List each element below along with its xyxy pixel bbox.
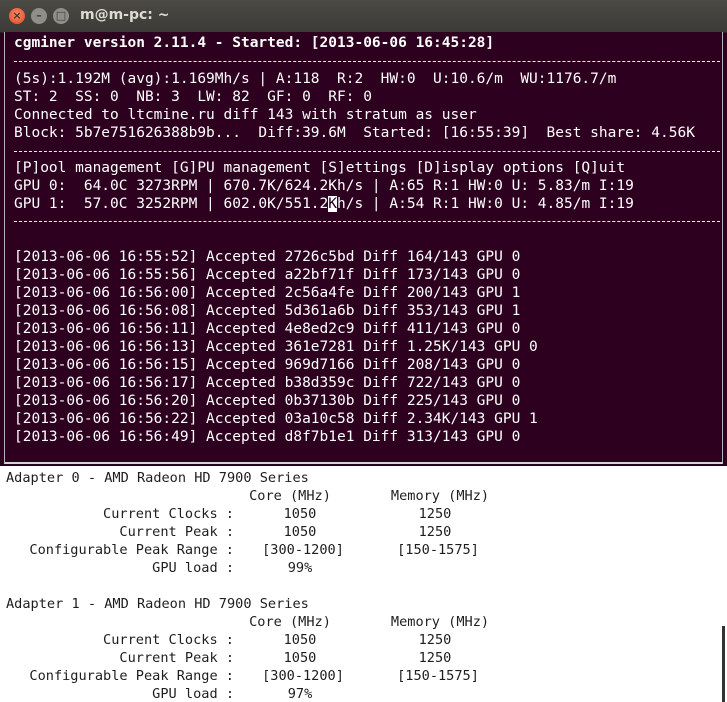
log-entry: [2013-06-06 16:56:49] Accepted d8f7b1e1 …: [14, 429, 521, 445]
gpu-load-value: 99%: [287, 560, 313, 576]
minimize-icon[interactable]: –: [31, 8, 47, 24]
peak-core-clock: 1050: [283, 524, 317, 540]
window-title: m@m-pc: ~: [80, 7, 170, 23]
log-entry: [2013-06-06 16:56:22] Accepted 03a10c58 …: [14, 411, 538, 427]
cgminer-pane: cgminer version 2.11.4 - Started: [2013-…: [4, 32, 723, 464]
command-menu[interactable]: [P]ool management [G]PU management [S]et…: [14, 159, 625, 177]
gpu-load-label: GPU load :: [152, 560, 234, 576]
gpu-1-status-text: GPU 1: 57.0C 3252RPM | 602.0K/551.2: [14, 196, 329, 212]
title-bar[interactable]: × – □ m@m-pc: ~: [0, 0, 727, 33]
memory-header: Memory (MHz): [390, 614, 490, 630]
current-core-clock: 1050: [283, 506, 317, 522]
core-header: Core (MHz): [249, 614, 331, 630]
divider: [14, 221, 720, 222]
gpu-1-status-text: h/s | A:54 R:1 HW:0 U: 4.85/m I:19: [337, 196, 634, 212]
log-entry: [2013-06-06 16:56:13] Accepted 361e7281 …: [14, 339, 538, 355]
text-cursor: K: [328, 196, 338, 212]
adapter-title: Adapter 0 - AMD Radeon HD 7900 Series: [6, 470, 309, 486]
current-peak-label: Current Peak :: [119, 524, 234, 540]
memory-peak-range: [150-1575]: [397, 542, 479, 558]
log-entry: [2013-06-06 16:56:17] Accepted b38d359c …: [14, 375, 521, 391]
peak-core-clock: 1050: [283, 650, 317, 666]
core-peak-range: [300-1200]: [262, 668, 344, 684]
current-clocks-label: Current Clocks :: [103, 632, 234, 648]
divider: [14, 61, 720, 62]
memory-header: Memory (MHz): [390, 488, 490, 504]
core-peak-range: [300-1200]: [262, 542, 344, 558]
gpu-load-value: 97%: [287, 686, 313, 702]
divider: [14, 151, 720, 152]
adapter-title: Adapter 1 - AMD Radeon HD 7900 Series: [6, 596, 309, 612]
block-info: Block: 5b7e751626388b9b... Diff:39.6M St…: [14, 125, 695, 141]
terminal-window: × – □ m@m-pc: ~ cgminer version 2.11.4 -…: [0, 0, 727, 702]
peak-memory-clock: 1250: [418, 524, 452, 540]
maximize-icon[interactable]: □: [53, 8, 69, 24]
current-core-clock: 1050: [283, 632, 317, 648]
gpu-load-label: GPU load :: [152, 686, 234, 702]
aticonfig-output: Adapter 0 - AMD Radeon HD 7900 Series Cor…: [0, 466, 727, 702]
cgminer-header: cgminer version 2.11.4 - Started: [2013-…: [14, 35, 495, 51]
peak-memory-clock: 1250: [418, 650, 452, 666]
gpu-1-status: GPU 1: 57.0C 3252RPM | 602.0K/551.2Kh/s …: [14, 195, 634, 213]
log-entry: [2013-06-06 16:56:15] Accepted 969d7166 …: [14, 357, 521, 373]
current-clocks-label: Current Clocks :: [103, 506, 234, 522]
log-entry: [2013-06-06 16:55:56] Accepted a22bf71f …: [14, 267, 521, 283]
scrollbar[interactable]: [722, 626, 725, 702]
current-peak-label: Current Peak :: [119, 650, 234, 666]
core-header: Core (MHz): [249, 488, 331, 504]
current-memory-clock: 1250: [418, 632, 452, 648]
log-entry: [2013-06-06 16:56:11] Accepted 4e8ed2c9 …: [14, 321, 521, 337]
pool-connection: Connected to ltcmine.ru diff 143 with st…: [14, 107, 477, 123]
log-entry: [2013-06-06 16:56:08] Accepted 5d361a6b …: [14, 303, 521, 319]
gpu-0-status: GPU 0: 64.0C 3273RPM | 670.7K/624.2Kh/s …: [14, 178, 634, 194]
log-entry: [2013-06-06 16:56:00] Accepted 2c56a4fe …: [14, 285, 521, 301]
current-memory-clock: 1250: [418, 506, 452, 522]
close-icon[interactable]: ×: [9, 8, 25, 24]
peak-range-label: Configurable Peak Range :: [29, 668, 234, 684]
log-entry: [2013-06-06 16:55:52] Accepted 2726c5bd …: [14, 249, 521, 265]
peak-range-label: Configurable Peak Range :: [29, 542, 234, 558]
memory-peak-range: [150-1575]: [397, 668, 479, 684]
log-entry: [2013-06-06 16:56:20] Accepted 0b37130b …: [14, 393, 521, 409]
share-stats: ST: 2 SS: 0 NB: 3 LW: 82 GF: 0 RF: 0: [14, 89, 372, 105]
hashrate-stats: (5s):1.192M (avg):1.169Mh/s | A:118 R:2 …: [14, 71, 617, 87]
